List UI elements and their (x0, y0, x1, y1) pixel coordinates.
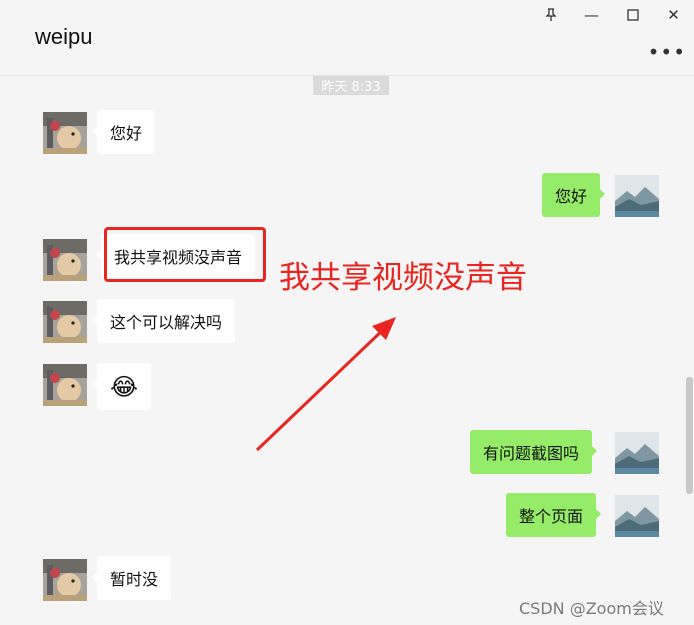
annotation-highlight-box (104, 227, 266, 282)
title-bar: weipu — ✕ ••• (0, 0, 694, 76)
message-text: 有问题截图吗 (483, 444, 580, 463)
maximize-button[interactable] (612, 0, 653, 30)
contact-avatar[interactable] (43, 239, 87, 281)
message-text: 您好 (555, 187, 588, 206)
avatar-cartoon-icon (43, 301, 87, 343)
avatar-cartoon-icon (43, 239, 87, 281)
avatar-landscape-icon (615, 495, 659, 537)
self-avatar[interactable] (615, 432, 659, 474)
avatar-cartoon-icon (43, 364, 87, 406)
message-bubble[interactable]: 有问题截图吗 (470, 430, 598, 474)
minimize-button[interactable]: — (571, 0, 612, 30)
message-bubble[interactable]: 这个可以解决吗 (91, 299, 236, 343)
window-controls: — ✕ (530, 0, 694, 30)
timestamp-divider: 昨天 8:33 (313, 76, 389, 95)
maximize-icon (626, 9, 639, 21)
contact-avatar[interactable] (43, 112, 87, 154)
message-text: 这个可以解决吗 (110, 313, 223, 332)
avatar-landscape-icon (615, 432, 659, 474)
message-bubble[interactable]: 😂 (91, 363, 152, 410)
annotation-label: 我共享视频没声音 (279, 260, 527, 296)
avatar-cartoon-icon (43, 559, 87, 601)
message-text: 暂时没 (110, 570, 159, 589)
avatar-landscape-icon (615, 175, 659, 217)
self-avatar[interactable] (615, 175, 659, 217)
tears-of-joy-emoji-icon: 😂 (110, 372, 139, 401)
message-bubble[interactable]: 整个页面 (506, 493, 602, 537)
chat-window: weipu — ✕ ••• 昨天 8:33 您好 您好 我共享视频没声音 这个可… (0, 0, 694, 625)
message-bubble[interactable]: 暂时没 (91, 556, 172, 600)
self-avatar[interactable] (615, 495, 659, 537)
message-bubble[interactable]: 您好 (542, 173, 606, 217)
scrollbar-thumb[interactable] (686, 377, 693, 494)
contact-avatar[interactable] (43, 301, 87, 343)
pin-icon-glyph (544, 8, 557, 21)
close-button[interactable]: ✕ (653, 0, 694, 30)
pin-icon[interactable] (530, 0, 571, 30)
message-text: 整个页面 (519, 507, 584, 526)
more-options-button[interactable]: ••• (648, 40, 686, 64)
contact-avatar[interactable] (43, 364, 87, 406)
chat-title: weipu (35, 24, 93, 49)
avatar-cartoon-icon (43, 112, 87, 154)
watermark: CSDN @Zoom会议 (519, 599, 664, 618)
message-text: 您好 (110, 124, 143, 143)
contact-avatar[interactable] (43, 559, 87, 601)
message-bubble[interactable]: 您好 (91, 110, 156, 154)
